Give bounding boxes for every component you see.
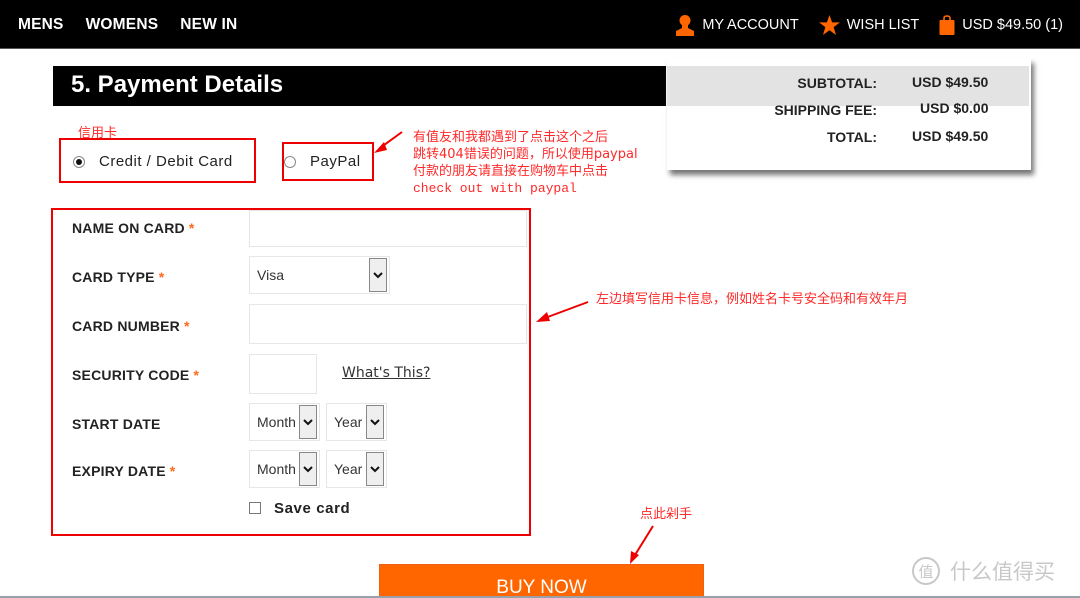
user-icon — [675, 14, 695, 36]
save-card-checkbox[interactable] — [249, 502, 261, 514]
card-number-input[interactable] — [249, 304, 527, 344]
shopping-bag-icon — [939, 15, 955, 35]
my-account-label: MY ACCOUNT — [702, 17, 799, 33]
start-date-label: START DATE — [72, 416, 161, 432]
annotation-arrow-paypal — [374, 131, 403, 153]
main-menu: MENS WOMENS NEW IN — [18, 16, 237, 34]
name-on-card-input[interactable] — [249, 210, 527, 247]
watermark: 值 什么值得买 — [912, 556, 1055, 586]
required-mark: * — [169, 463, 176, 479]
subtotal-row: SUBTOTAL: USD $49.50 — [667, 74, 1031, 95]
card-number-label-text: CARD NUMBER — [72, 318, 180, 334]
paypal-note-line-4: check out with paypal — [413, 181, 577, 196]
my-account-link[interactable]: MY ACCOUNT — [675, 14, 799, 36]
paypal-note-line-2: 跳转404错误的问题，所以使用paypal — [413, 147, 638, 162]
expiry-date-label-text: EXPIRY DATE — [72, 463, 166, 479]
nav-mens[interactable]: MENS — [18, 16, 64, 34]
shipping-value: USD $0.00 — [920, 100, 989, 116]
required-mark: * — [193, 367, 200, 383]
credit-card-radio[interactable] — [73, 155, 85, 168]
card-type-value: Visa — [257, 267, 284, 283]
whats-this-link[interactable]: What's This? — [342, 365, 430, 381]
paypal-radio[interactable] — [284, 155, 296, 168]
order-summary: SUBTOTAL: USD $49.50 SHIPPING FEE: USD $… — [667, 58, 1031, 170]
buy-now-button[interactable]: BUY NOW — [379, 564, 704, 598]
security-code-input[interactable] — [249, 354, 317, 394]
required-mark: * — [158, 269, 165, 285]
credit-card-option[interactable]: Credit / Debit Card — [73, 153, 233, 170]
card-type-label: CARD TYPE * — [72, 269, 164, 285]
wish-list-label: WISH LIST — [846, 17, 920, 33]
credit-card-label: Credit / Debit Card — [99, 153, 233, 170]
cart-total-label: USD $49.50 (1) — [962, 17, 1063, 33]
card-number-label: CARD NUMBER * — [72, 318, 190, 334]
annotation-arrow-buy — [630, 525, 654, 564]
paypal-label: PayPal — [310, 153, 361, 170]
annotation-arrow-form — [536, 301, 589, 322]
shipping-row: SHIPPING FEE: USD $0.00 — [667, 100, 1031, 122]
chevron-down-icon — [299, 405, 317, 439]
page-title: 5. Payment Details — [71, 71, 284, 98]
expiry-month-select[interactable]: Month — [249, 450, 320, 488]
name-on-card-label: NAME ON CARD * — [72, 220, 195, 236]
paypal-note-line-1: 有值友和我都遇到了点击这个之后 — [413, 130, 609, 145]
wish-list-link[interactable]: WISH LIST — [818, 15, 920, 35]
expiry-year-value: Year — [334, 461, 363, 477]
expiry-month-value: Month — [257, 461, 296, 477]
subtotal-label: SUBTOTAL: — [797, 75, 877, 91]
required-mark: * — [183, 318, 190, 334]
top-navigation-bar: MENS WOMENS NEW IN MY ACCOUNT WISH LIST … — [0, 0, 1080, 49]
save-card-label[interactable]: Save card — [274, 500, 350, 517]
paypal-note-line-3: 付款的朋友请直接在购物车中点击 — [413, 164, 609, 179]
cart-link[interactable]: USD $49.50 (1) — [939, 15, 1063, 35]
chevron-down-icon — [369, 258, 387, 292]
total-value: USD $49.50 — [912, 128, 989, 144]
start-month-select[interactable]: Month — [249, 403, 320, 441]
expiry-year-select[interactable]: Year — [326, 450, 387, 488]
chevron-down-icon — [366, 452, 384, 486]
security-code-label-text: SECURITY CODE — [72, 367, 190, 383]
watermark-text: 什么值得买 — [950, 560, 1055, 584]
chevron-down-icon — [299, 452, 317, 486]
security-code-label: SECURITY CODE * — [72, 367, 199, 383]
annotation-form-note: 左边填写信用卡信息，例如姓名卡号安全码和有效年月 — [596, 292, 909, 307]
name-on-card-label-text: NAME ON CARD — [72, 220, 185, 236]
paypal-option[interactable]: PayPal — [284, 153, 361, 170]
start-year-value: Year — [334, 414, 363, 430]
card-type-label-text: CARD TYPE — [72, 269, 155, 285]
star-icon — [818, 15, 840, 35]
user-menu: MY ACCOUNT WISH LIST USD $49.50 (1) — [675, 14, 1063, 36]
subtotal-value: USD $49.50 — [912, 74, 989, 90]
annotation-paypal-note: 有值友和我都遇到了点击这个之后 跳转404错误的问题，所以使用paypal 付款… — [413, 129, 638, 197]
section-header: 5. Payment Details — [53, 66, 666, 106]
nav-new-in[interactable]: NEW IN — [180, 16, 237, 34]
start-date-label-text: START DATE — [72, 416, 161, 432]
chevron-down-icon — [366, 405, 384, 439]
start-month-value: Month — [257, 414, 296, 430]
annotation-buy-note: 点此剁手 — [640, 507, 693, 522]
total-label: TOTAL: — [826, 129, 877, 145]
shipping-label: SHIPPING FEE: — [774, 102, 877, 118]
start-year-select[interactable]: Year — [326, 403, 387, 441]
watermark-badge-icon: 值 — [912, 557, 940, 585]
total-row: TOTAL: USD $49.50 — [667, 128, 1031, 149]
expiry-date-label: EXPIRY DATE * — [72, 463, 175, 479]
nav-womens[interactable]: WOMENS — [86, 16, 159, 34]
required-mark: * — [188, 220, 195, 236]
card-type-select[interactable]: Visa — [249, 256, 390, 294]
